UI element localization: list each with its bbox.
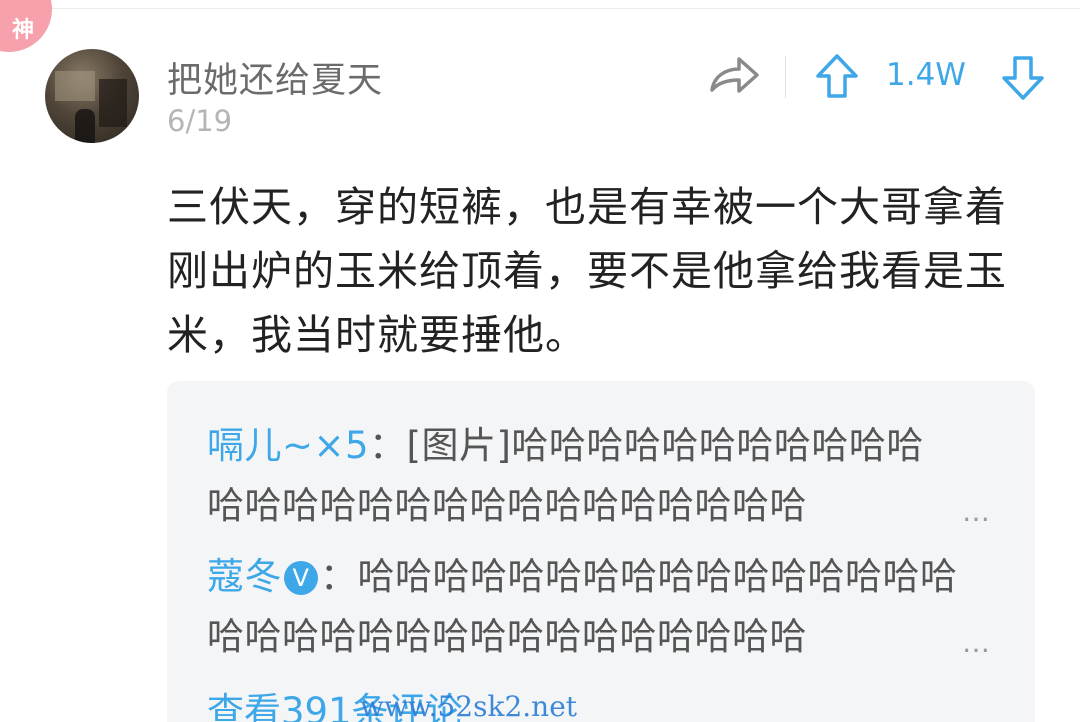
replies-panel: 嗝儿~×5：[图片]哈哈哈哈哈哈哈哈哈哈哈 哈哈哈哈哈哈哈哈哈哈哈哈哈哈哈哈 …… bbox=[167, 381, 1035, 722]
vote-count: 1.4W bbox=[886, 57, 966, 93]
username[interactable]: 把她还给夏天 bbox=[167, 52, 383, 103]
truncation-ellipsis: … bbox=[962, 626, 992, 659]
top-divider bbox=[0, 8, 1080, 9]
truncation-ellipsis: … bbox=[962, 495, 992, 528]
reply-separator: ： bbox=[320, 555, 358, 598]
reply-text: 哈哈哈哈哈哈哈哈哈哈哈哈哈哈哈哈 bbox=[207, 615, 807, 658]
god-comment-badge: 神 bbox=[0, 0, 52, 52]
reply-author[interactable]: 蔻冬 bbox=[207, 555, 282, 598]
reply-line: 蔻冬 V ：哈哈哈哈哈哈哈哈哈哈哈哈哈哈哈哈 bbox=[207, 547, 982, 607]
reply-separator: ： bbox=[369, 424, 407, 467]
downvote-button[interactable] bbox=[998, 52, 1048, 102]
arrow-up-icon bbox=[816, 54, 858, 98]
reply-line: 哈哈哈哈哈哈哈哈哈哈哈哈哈哈哈哈 bbox=[207, 607, 982, 667]
god-badge-label: 神 bbox=[12, 18, 35, 43]
share-button[interactable] bbox=[706, 52, 762, 102]
post-content: 三伏天，穿的短裤，也是有幸被一个大哥拿着刚出炉的玉米给顶着，要不是他拿给我看是玉… bbox=[167, 183, 1007, 359]
reply-text: 哈哈哈哈哈哈哈哈哈哈哈哈哈哈哈哈 bbox=[207, 484, 807, 527]
comment-card: 神 把她还给夏天 6/19 1.4W 三伏天，穿的短裤，也是有幸被一个大哥拿着刚… bbox=[0, 0, 1080, 722]
reply-line: 哈哈哈哈哈哈哈哈哈哈哈哈哈哈哈哈 bbox=[207, 476, 982, 536]
post-date: 6/19 bbox=[167, 104, 233, 138]
action-divider bbox=[785, 56, 786, 98]
upvote-button[interactable] bbox=[812, 52, 862, 102]
reply-text: 哈哈哈哈哈哈哈哈哈哈哈哈哈哈哈哈 bbox=[357, 555, 958, 598]
reply-text: [图片]哈哈哈哈哈哈哈哈哈哈哈 bbox=[406, 424, 924, 467]
reply-item[interactable]: 蔻冬 V ：哈哈哈哈哈哈哈哈哈哈哈哈哈哈哈哈 哈哈哈哈哈哈哈哈哈哈哈哈哈哈哈哈 … bbox=[207, 547, 990, 667]
watermark: www.52sk2.net bbox=[360, 690, 578, 722]
reply-line: 嗝儿~×5：[图片]哈哈哈哈哈哈哈哈哈哈哈 bbox=[207, 416, 982, 476]
avatar[interactable] bbox=[45, 49, 139, 143]
share-arrow-icon bbox=[710, 57, 759, 93]
reply-author[interactable]: 嗝儿~×5 bbox=[207, 424, 369, 467]
reply-item[interactable]: 嗝儿~×5：[图片]哈哈哈哈哈哈哈哈哈哈哈 哈哈哈哈哈哈哈哈哈哈哈哈哈哈哈哈 … bbox=[207, 416, 990, 536]
verified-v-icon: V bbox=[284, 561, 318, 595]
arrow-down-icon bbox=[1002, 56, 1044, 100]
